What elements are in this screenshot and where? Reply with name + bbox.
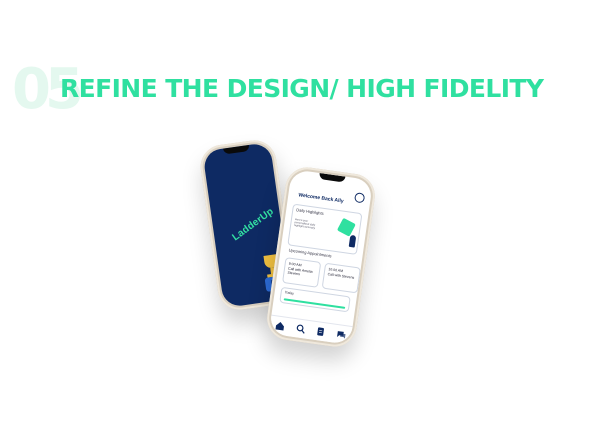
avatar[interactable] [353, 192, 366, 204]
chat-icon[interactable] [336, 329, 347, 340]
appointment-card[interactable]: 10:00 AM Call with Stevens [321, 262, 361, 294]
appointment-card[interactable]: 9:00 AM Call with Amelia Stevens [282, 257, 322, 288]
document-icon[interactable] [315, 326, 326, 337]
section-heading: 05 REFINE THE DESIGN/ HIGH FIDELITY [12, 62, 592, 118]
daily-highlights-label: Daily Highlights [296, 207, 325, 216]
person-illustration [348, 234, 357, 248]
daily-highlights-card[interactable]: Daily Highlights Here's your personalize… [287, 203, 363, 255]
heading-title: REFINE THE DESIGN/ HIGH FIDELITY [60, 74, 544, 103]
phone-notch [318, 172, 346, 183]
today-progress-bar [283, 298, 346, 309]
home-phone-mockup: Welcome Back Ally Daily Highlights Here'… [264, 164, 378, 350]
app-logo-text: LadderUp [230, 206, 276, 244]
highlight-illustration [336, 217, 356, 237]
search-icon[interactable] [295, 323, 306, 334]
today-label: Today [284, 290, 295, 296]
highlights-note: Here's your personalized daily highlight… [293, 218, 316, 230]
phone-notch [223, 144, 250, 155]
home-screen: Welcome Back Ally Daily Highlights Here'… [268, 169, 374, 345]
home-icon[interactable] [275, 320, 286, 331]
bottom-tab-bar [268, 314, 353, 345]
welcome-heading: Welcome Back Ally [297, 192, 344, 205]
